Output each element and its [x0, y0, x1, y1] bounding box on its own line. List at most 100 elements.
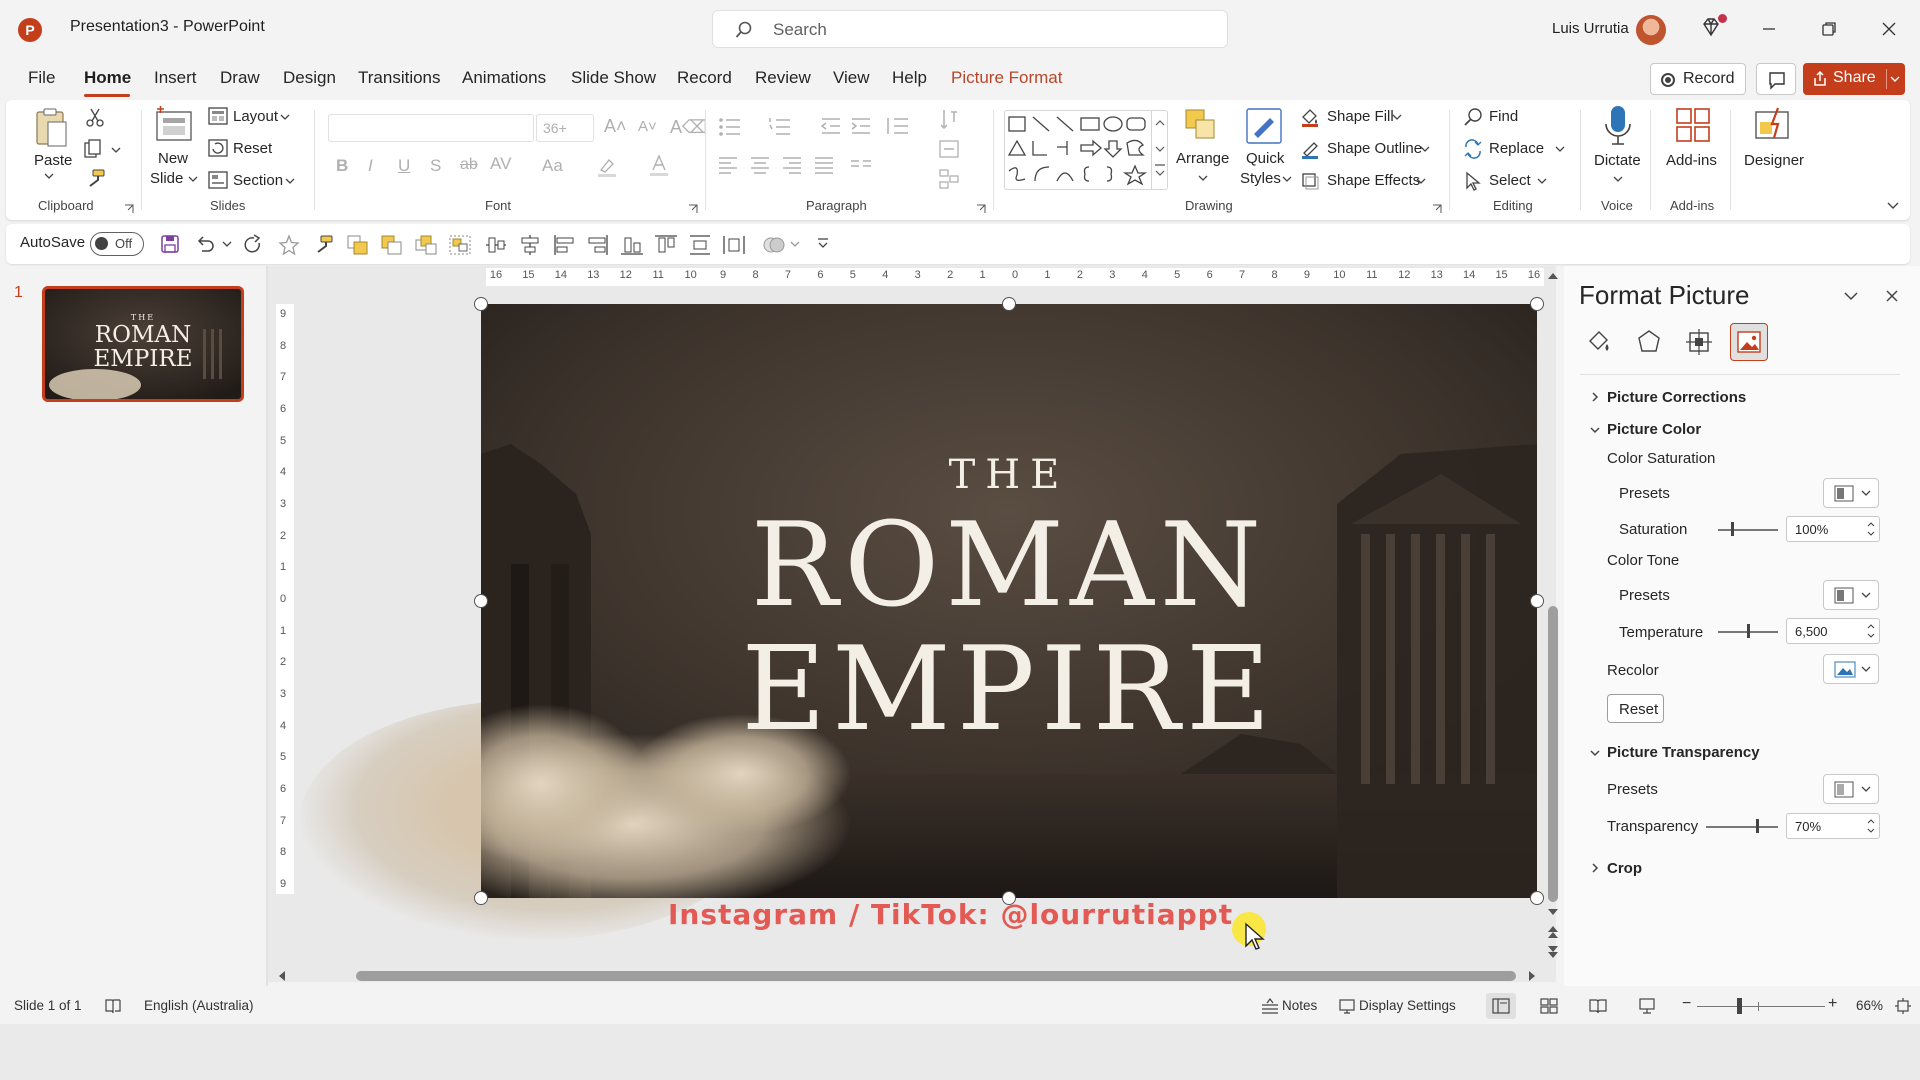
bring-forward-icon[interactable]: [346, 234, 370, 256]
chevron-down-icon[interactable]: [285, 177, 295, 185]
chevron-right-icon[interactable]: [1590, 391, 1600, 403]
display-settings-icon[interactable]: [1338, 997, 1356, 1015]
replace-button[interactable]: Replace: [1489, 140, 1544, 157]
chevron-down-icon[interactable]: [790, 240, 800, 248]
tab-review[interactable]: Review: [755, 68, 811, 88]
picture-transparency-section[interactable]: Picture Transparency: [1607, 744, 1760, 761]
shape-outline-button[interactable]: Shape Outline: [1327, 140, 1422, 157]
slide-sorter-icon[interactable]: [1540, 998, 1558, 1014]
align-middle-icon[interactable]: [484, 234, 508, 256]
record-button[interactable]: Record: [1650, 63, 1746, 95]
designer-icon[interactable]: [1752, 104, 1792, 144]
tab-home[interactable]: Home: [84, 68, 131, 88]
chevron-down-icon[interactable]: [111, 146, 121, 154]
chevron-down-icon[interactable]: [1555, 145, 1565, 153]
add-ins-icon[interactable]: [1674, 106, 1712, 144]
clear-formatting-icon[interactable]: A⌫: [670, 117, 707, 138]
language-indicator[interactable]: English (Australia): [144, 998, 254, 1013]
scroll-up-icon[interactable]: [1546, 270, 1560, 282]
tab-view[interactable]: View: [833, 68, 870, 88]
star-icon[interactable]: [278, 234, 300, 256]
distribute-vertically-icon[interactable]: [688, 234, 712, 256]
chevron-down-icon[interactable]: [1890, 75, 1900, 83]
distribute-horizontally-icon[interactable]: [722, 234, 746, 256]
next-slide-icon[interactable]: [1546, 944, 1560, 960]
paste-icon[interactable]: [34, 106, 70, 150]
highlight-icon[interactable]: [596, 156, 620, 178]
save-icon[interactable]: [160, 234, 180, 254]
tab-transitions[interactable]: Transitions: [358, 68, 441, 88]
paste-button[interactable]: Paste: [34, 152, 72, 169]
picture-tab[interactable]: [1730, 323, 1768, 361]
align-center-icon[interactable]: [750, 156, 770, 174]
chevron-down-icon[interactable]: [1420, 145, 1430, 153]
chevron-down-icon[interactable]: [188, 175, 198, 183]
new-slide-label-1[interactable]: New: [158, 150, 188, 167]
scroll-right-icon[interactable]: [1526, 969, 1538, 983]
format-painter-icon[interactable]: [84, 168, 106, 190]
saturation-slider-knob[interactable]: [1731, 522, 1734, 536]
minimize-icon[interactable]: [1758, 18, 1780, 40]
temperature-slider-knob[interactable]: [1747, 624, 1750, 638]
reset-slide-button[interactable]: Reset: [233, 140, 272, 157]
comments-button[interactable]: [1756, 63, 1796, 95]
scroll-down-icon[interactable]: [1546, 906, 1560, 918]
zoom-in-button[interactable]: +: [1828, 995, 1837, 1013]
notes-button[interactable]: Notes: [1282, 998, 1317, 1013]
find-icon[interactable]: [1463, 107, 1483, 127]
align-right-objects-icon[interactable]: [586, 234, 610, 256]
saturation-slider[interactable]: [1718, 529, 1778, 531]
dialog-launcher-icon[interactable]: [124, 204, 134, 214]
decrease-font-icon[interactable]: A˅: [638, 118, 657, 135]
tab-draw[interactable]: Draw: [220, 68, 260, 88]
shape-effects-icon[interactable]: [1300, 171, 1320, 191]
reset-icon[interactable]: [208, 139, 228, 157]
microphone-icon[interactable]: [1602, 104, 1634, 148]
reset-color-button[interactable]: Reset: [1607, 694, 1664, 723]
temperature-input[interactable]: 6,500: [1786, 618, 1880, 644]
spinner-arrows-icon[interactable]: [1866, 622, 1876, 640]
dialog-launcher-icon[interactable]: [1432, 204, 1442, 214]
chevron-down-icon[interactable]: [1589, 425, 1601, 435]
tone-presets-dropdown[interactable]: [1823, 580, 1879, 610]
quick-styles-icon[interactable]: [1244, 106, 1284, 146]
transparency-slider[interactable]: [1706, 826, 1778, 828]
format-painter-qat-icon[interactable]: [312, 234, 334, 256]
saturation-input[interactable]: 100%: [1786, 516, 1880, 542]
zoom-out-button[interactable]: −: [1682, 995, 1691, 1013]
decrease-indent-icon[interactable]: [820, 116, 842, 136]
slide-show-icon[interactable]: [1638, 997, 1656, 1015]
send-backward-icon[interactable]: [380, 234, 404, 256]
resize-handle-tr[interactable]: [1530, 297, 1544, 311]
shapes-gallery[interactable]: [1004, 110, 1168, 190]
recolor-dropdown[interactable]: [1823, 654, 1879, 684]
fill-line-tab[interactable]: [1580, 323, 1618, 361]
chevron-down-icon[interactable]: [1589, 748, 1601, 758]
crop-section[interactable]: Crop: [1607, 860, 1642, 877]
tab-record[interactable]: Record: [677, 68, 732, 88]
tab-insert[interactable]: Insert: [154, 68, 197, 88]
redo-icon[interactable]: [242, 234, 264, 256]
chevron-down-icon[interactable]: [280, 113, 290, 121]
restore-icon[interactable]: [1818, 18, 1840, 40]
tab-help[interactable]: Help: [892, 68, 927, 88]
shape-effects-button[interactable]: Shape Effects: [1327, 172, 1420, 189]
align-left-objects-icon[interactable]: [552, 234, 576, 256]
new-slide-icon[interactable]: [154, 106, 196, 146]
resize-handle-r[interactable]: [1530, 594, 1544, 608]
tab-design[interactable]: Design: [283, 68, 336, 88]
bold-icon[interactable]: B: [336, 156, 348, 176]
resize-handle-br[interactable]: [1530, 891, 1544, 905]
group-icon[interactable]: [448, 234, 472, 256]
resize-handle-t[interactable]: [1002, 297, 1016, 311]
spinner-arrows-icon[interactable]: [1866, 520, 1876, 538]
quick-styles-label-1[interactable]: Quick: [1246, 150, 1284, 167]
pane-options-chevron-icon[interactable]: [1843, 290, 1859, 302]
italic-icon[interactable]: I: [368, 156, 373, 176]
shadow-icon[interactable]: S: [430, 156, 441, 176]
slide-canvas[interactable]: THE ROMAN EMPIRE: [481, 304, 1537, 898]
increase-indent-icon[interactable]: [850, 116, 872, 136]
line-spacing-icon[interactable]: [884, 116, 910, 136]
size-properties-tab[interactable]: [1680, 323, 1718, 361]
saturation-presets-dropdown[interactable]: [1823, 478, 1879, 508]
